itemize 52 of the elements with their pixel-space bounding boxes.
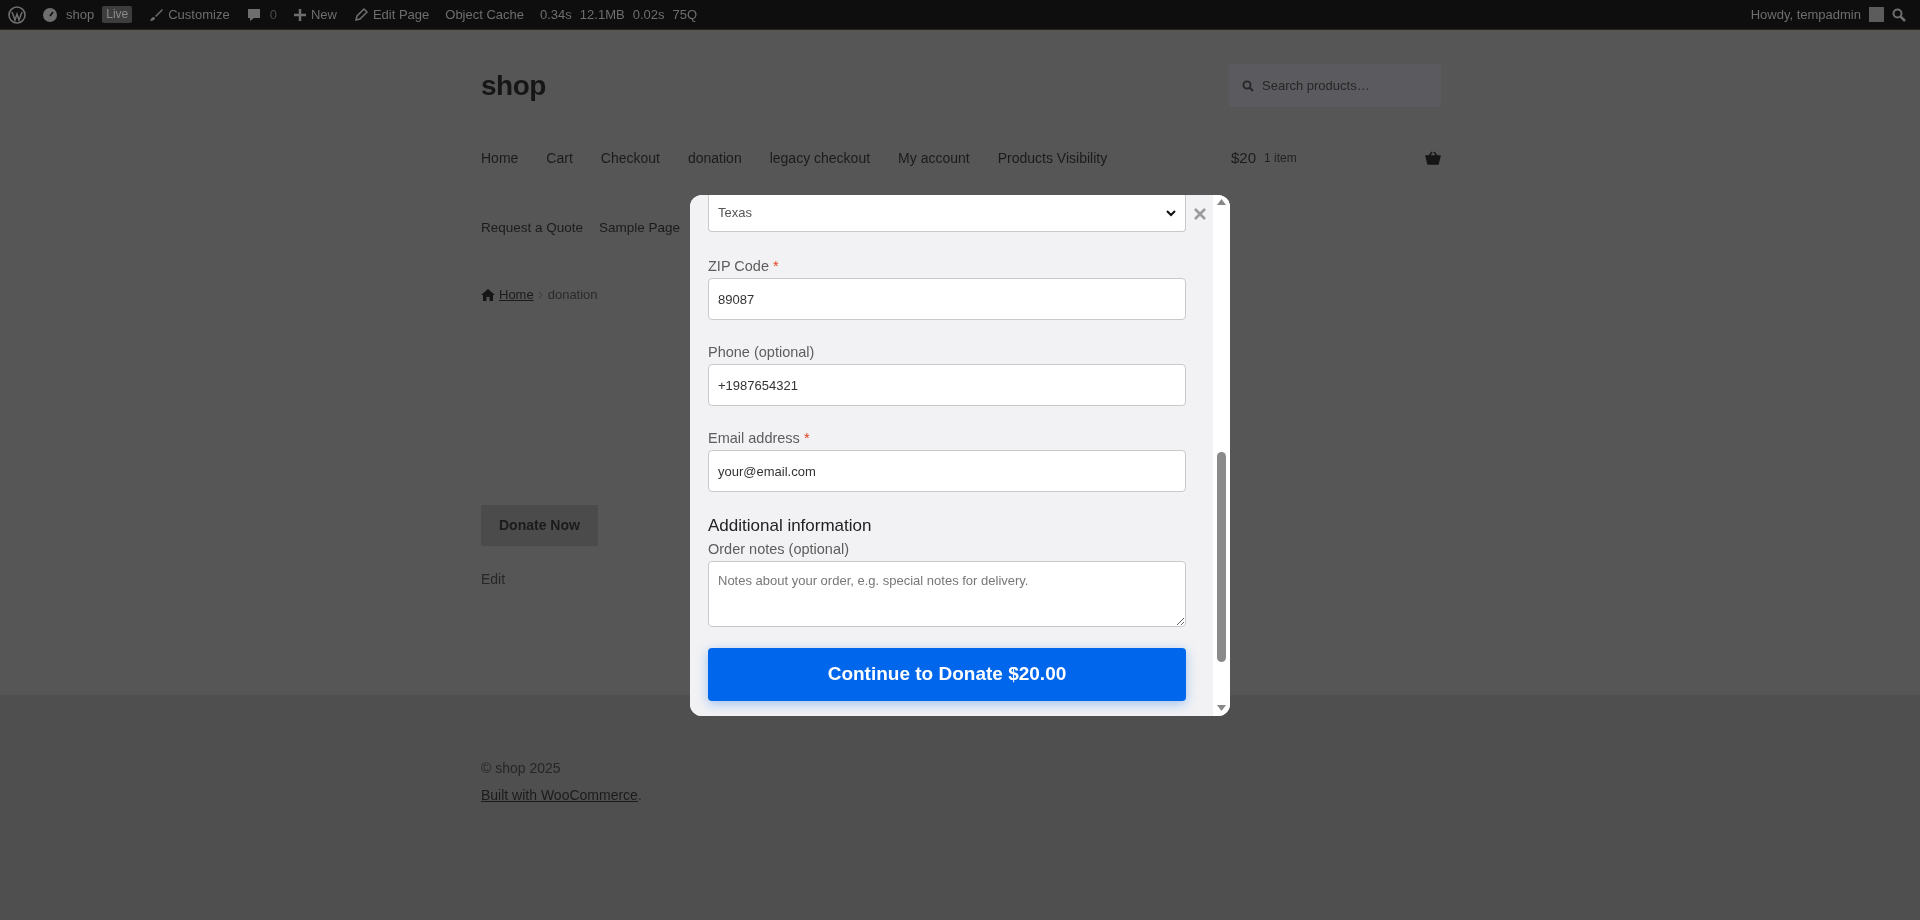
comment-icon: [245, 6, 262, 23]
brush-icon: [148, 6, 165, 23]
stat-text[interactable]: 75Q: [672, 4, 698, 25]
nav-link[interactable]: Products Visibility: [997, 147, 1108, 169]
field-label: ZIP Code *: [708, 257, 780, 276]
scroll-down-icon[interactable]: [1217, 705, 1226, 711]
close-icon[interactable]: [1194, 208, 1206, 220]
nav-link[interactable]: My account: [898, 147, 970, 169]
scroll-up-icon[interactable]: [1217, 199, 1226, 205]
continue-button[interactable]: Continue to Donate $20.00: [708, 648, 1186, 701]
object-cache-link[interactable]: Object Cache: [445, 4, 525, 25]
field-label: Phone (optional): [708, 343, 816, 362]
stat-text[interactable]: 0.02s: [632, 4, 665, 25]
new-link[interactable]: New: [310, 4, 337, 25]
section-heading: Additional information: [708, 515, 873, 537]
search-icon: [1242, 80, 1254, 92]
site-link[interactable]: shop: [66, 4, 95, 25]
comment-count[interactable]: 0: [269, 4, 277, 25]
edit-page-link[interactable]: Edit Page: [372, 4, 430, 25]
nav-link[interactable]: Sample Page: [599, 217, 681, 239]
customize-link[interactable]: Customize: [168, 4, 230, 25]
basket-icon[interactable]: [1425, 151, 1441, 165]
scrollbar-thumb[interactable]: [1217, 452, 1226, 662]
pencil-icon: [352, 6, 369, 23]
wordpress-logo-icon[interactable]: [8, 5, 26, 24]
stat-text[interactable]: 0.34s: [540, 4, 572, 25]
search-icon[interactable]: [1892, 7, 1906, 22]
stat-text[interactable]: 12.1MB: [579, 4, 625, 25]
live-badge: Live: [102, 6, 133, 23]
input-field[interactable]: your@email.com: [708, 450, 1186, 492]
search-field[interactable]: Search products…: [1229, 64, 1441, 107]
nav-link[interactable]: Cart: [546, 147, 573, 169]
cart-total[interactable]: $20: [1231, 146, 1257, 170]
nav-link[interactable]: donation: [687, 147, 742, 169]
scrollbar[interactable]: [1213, 195, 1230, 716]
site-title[interactable]: shop: [481, 64, 546, 107]
gauge-icon: [42, 6, 58, 23]
plus-icon: [292, 7, 307, 22]
nav-link[interactable]: Checkout: [600, 147, 660, 169]
nav-link[interactable]: Request a Quote: [481, 217, 584, 239]
home-icon: [481, 288, 495, 301]
nav-link[interactable]: Home: [481, 147, 519, 169]
breadcrumb-link[interactable]: Home: [499, 285, 534, 305]
field-label: Order notes (optional): [708, 540, 851, 559]
input-field[interactable]: +1987654321: [708, 364, 1186, 406]
nav-link[interactable]: legacy checkout: [769, 147, 871, 169]
input-field[interactable]: 89087: [708, 278, 1186, 320]
chevron-down-icon: [1166, 209, 1176, 217]
greeting-link[interactable]: Howdy, tempadmin: [1750, 4, 1861, 25]
notes-field[interactable]: Notes about your order, e.g. special notes for delivery.: [708, 561, 1186, 627]
state-select[interactable]: Texas: [708, 195, 1186, 232]
field-label: Email address *: [708, 429, 811, 448]
